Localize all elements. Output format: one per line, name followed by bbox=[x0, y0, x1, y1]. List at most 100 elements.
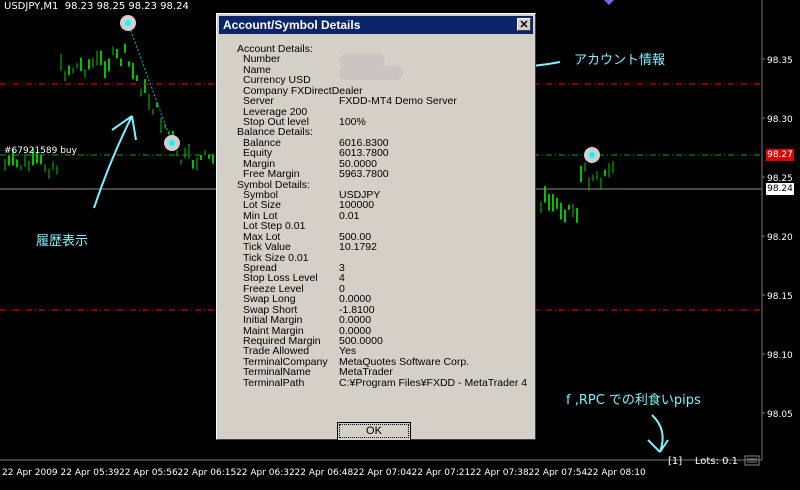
candle bbox=[52, 161, 54, 171]
candle bbox=[184, 147, 186, 159]
close-button[interactable]: ✕ bbox=[517, 18, 531, 31]
candle bbox=[568, 204, 570, 210]
candle bbox=[600, 177, 602, 189]
candle bbox=[584, 162, 586, 172]
price-tick-label: 98.15 bbox=[767, 292, 793, 302]
price-tick-label: 98.20 bbox=[767, 233, 793, 243]
annotation-pips: f ,RPC での利食いpips bbox=[566, 393, 701, 408]
time-tick-label: 22 Apr 07:54 bbox=[529, 468, 588, 478]
order-price-tag: 98.27 bbox=[766, 149, 794, 161]
candle bbox=[136, 75, 138, 82]
candle bbox=[588, 177, 590, 191]
candle bbox=[16, 159, 18, 168]
candle bbox=[20, 165, 22, 171]
candle bbox=[148, 93, 150, 111]
candle bbox=[4, 158, 6, 171]
close-icon: ✕ bbox=[519, 19, 529, 31]
detail-value: C:¥Program Files¥FXDD - MetaTrader 4 bbox=[339, 376, 528, 389]
time-tick-label: 22 Apr 08:10 bbox=[587, 468, 646, 478]
price-tick-label: 98.10 bbox=[767, 351, 793, 361]
detail-value: 10.1792 bbox=[339, 241, 377, 254]
history-marker bbox=[164, 135, 180, 151]
candle bbox=[572, 204, 574, 218]
candle bbox=[200, 154, 202, 161]
candle bbox=[128, 61, 130, 67]
bid-price-tag: 98.24 bbox=[766, 183, 794, 195]
candle bbox=[48, 168, 50, 179]
candle bbox=[540, 201, 542, 214]
time-tick-label: 22 Apr 2009 bbox=[2, 468, 58, 478]
candle bbox=[564, 209, 566, 223]
candle bbox=[580, 165, 582, 183]
price-tick-label: 98.05 bbox=[767, 410, 793, 420]
candle bbox=[140, 88, 142, 97]
price-tick-label: 98.30 bbox=[767, 115, 793, 125]
detail-value: 0.01 bbox=[339, 209, 360, 222]
candle bbox=[100, 50, 102, 66]
redacted-number bbox=[339, 54, 385, 66]
annotation-account: アカウント情報 bbox=[574, 53, 666, 68]
detail-value: 5963.7800 bbox=[339, 168, 389, 181]
candle bbox=[152, 108, 154, 116]
account-symbol-dialog: Account/Symbol Details ✕ Account Details… bbox=[216, 13, 536, 441]
candle bbox=[108, 58, 110, 72]
candle bbox=[212, 154, 214, 164]
dialog-title: Account/Symbol Details bbox=[223, 18, 361, 32]
time-tick-label: 22 Apr 06:48 bbox=[295, 468, 354, 478]
candle bbox=[96, 50, 98, 66]
candle bbox=[576, 207, 578, 223]
candle bbox=[120, 58, 122, 67]
candle bbox=[92, 57, 94, 68]
candle bbox=[560, 202, 562, 220]
history-marker bbox=[584, 147, 600, 163]
detail-value: 100% bbox=[339, 116, 366, 128]
candle bbox=[192, 159, 194, 169]
redacted-name bbox=[339, 66, 403, 80]
candle bbox=[160, 117, 162, 134]
time-tick-label: 22 Apr 07:38 bbox=[470, 468, 529, 478]
candle bbox=[180, 159, 182, 165]
ok-button[interactable]: OK bbox=[337, 422, 411, 441]
time-tick-label: 22 Apr 06:32 bbox=[236, 468, 295, 478]
candle bbox=[196, 157, 198, 171]
candle bbox=[72, 67, 74, 74]
detail-label: TerminalPath bbox=[243, 376, 305, 389]
candle bbox=[112, 46, 114, 56]
candle bbox=[596, 171, 598, 180]
candle bbox=[56, 165, 58, 175]
status-lots: [1] Lots: 0.1 bbox=[668, 456, 738, 467]
candle bbox=[204, 150, 206, 155]
candle bbox=[132, 63, 134, 80]
ohlc-readout: 98.23 98.25 98.23 98.24 bbox=[64, 1, 189, 12]
time-tick-label: 22 Apr 07:21 bbox=[412, 468, 471, 478]
candle bbox=[64, 70, 66, 82]
candle bbox=[104, 61, 106, 79]
candle bbox=[608, 163, 610, 178]
candle bbox=[188, 143, 190, 159]
time-tick-label: 22 Apr 05:56 bbox=[119, 468, 178, 478]
price-tick-label: 98.35 bbox=[767, 56, 793, 66]
candle bbox=[28, 160, 30, 172]
candle bbox=[612, 161, 614, 174]
time-tick-label: 22 Apr 06:15 bbox=[178, 468, 237, 478]
time-tick-label: 22 Apr 05:39 bbox=[61, 468, 120, 478]
candle bbox=[88, 59, 90, 70]
candle bbox=[68, 65, 70, 76]
candle bbox=[144, 79, 146, 94]
candle bbox=[60, 53, 62, 71]
annotation-history: 履歴表示 bbox=[36, 234, 89, 249]
detail-value: FXDD-MT4 Demo Server bbox=[339, 95, 457, 108]
candle bbox=[176, 150, 178, 157]
candle bbox=[76, 63, 78, 69]
dialog-titlebar[interactable]: Account/Symbol Details ✕ bbox=[219, 16, 533, 34]
candle bbox=[124, 43, 126, 53]
time-tick-label: 22 Apr 07:04 bbox=[353, 468, 412, 478]
candle bbox=[44, 164, 46, 173]
candle bbox=[80, 57, 82, 72]
candle bbox=[604, 169, 606, 177]
history-marker bbox=[120, 15, 136, 31]
candle bbox=[116, 48, 118, 59]
candle bbox=[84, 69, 86, 78]
candle bbox=[8, 155, 10, 166]
symbol-label: USDJPY,M1 98.23 98.25 98.23 98.24 bbox=[4, 1, 189, 12]
